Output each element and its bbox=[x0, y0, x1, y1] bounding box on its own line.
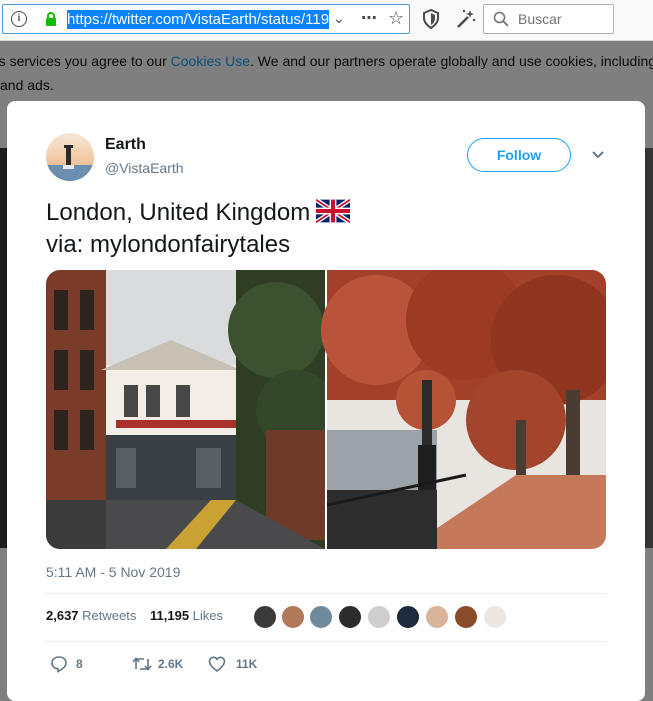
photo-right[interactable] bbox=[321, 270, 606, 549]
follow-button[interactable]: Follow bbox=[467, 138, 571, 172]
avatar[interactable] bbox=[396, 605, 420, 629]
heart-icon bbox=[208, 656, 226, 673]
avatar[interactable] bbox=[281, 605, 305, 629]
retweets-count[interactable]: 2,637 bbox=[46, 608, 79, 623]
tweet-text-line2: via: mylondonfairytales bbox=[46, 231, 291, 258]
author-name[interactable]: Earth bbox=[105, 136, 146, 154]
shield-icon[interactable] bbox=[422, 9, 440, 29]
divider bbox=[46, 641, 606, 642]
retweet-count: 2.6K bbox=[158, 657, 184, 671]
retweet-icon bbox=[132, 657, 152, 671]
tweet-text-line1: London, United Kingdom bbox=[46, 199, 311, 226]
tweet-stats: 2,637 Retweets 11,195 Likes bbox=[46, 608, 223, 623]
search-icon bbox=[493, 11, 509, 27]
avatar[interactable] bbox=[454, 605, 478, 629]
divider bbox=[46, 593, 606, 594]
chevron-down-icon[interactable] bbox=[591, 150, 605, 160]
photo-left[interactable] bbox=[46, 270, 336, 549]
avatar[interactable] bbox=[367, 605, 391, 629]
avatar[interactable] bbox=[253, 605, 277, 629]
browser-toolbar: i https://twitter.com/VistaEarth/status/… bbox=[0, 0, 653, 41]
avatar[interactable] bbox=[46, 133, 94, 181]
url-bar[interactable]: i https://twitter.com/VistaEarth/status/… bbox=[2, 4, 410, 34]
avatar[interactable] bbox=[309, 605, 333, 629]
reply-icon bbox=[51, 656, 67, 673]
reply-count: 8 bbox=[76, 657, 83, 671]
more-icon[interactable]: ⋯ bbox=[361, 8, 378, 28]
like-action[interactable]: 11K bbox=[208, 655, 257, 676]
retweet-action[interactable]: 2.6K bbox=[132, 655, 183, 676]
like-count: 11K bbox=[236, 657, 258, 671]
tweet-text: London, United Kingdom via: mylondonfair… bbox=[46, 197, 606, 261]
chevron-down-icon[interactable]: ⌄ bbox=[333, 10, 345, 27]
uk-flag-icon bbox=[316, 199, 351, 223]
tweet-media[interactable] bbox=[46, 270, 606, 549]
search-placeholder: Buscar bbox=[518, 11, 562, 27]
star-icon[interactable]: ☆ bbox=[388, 8, 404, 29]
reply-action[interactable]: 8 bbox=[50, 655, 83, 676]
info-icon[interactable]: i bbox=[11, 11, 27, 27]
tweet-photos bbox=[46, 270, 606, 549]
magic-wand-icon[interactable] bbox=[455, 8, 477, 30]
search-box[interactable]: Buscar bbox=[483, 4, 614, 34]
avatar[interactable] bbox=[483, 605, 507, 629]
avatar[interactable] bbox=[338, 605, 362, 629]
likes-count[interactable]: 11,195 bbox=[150, 608, 189, 623]
url-text[interactable]: https://twitter.com/VistaEarth/status/11… bbox=[67, 10, 329, 29]
author-handle[interactable]: @VistaEarth bbox=[105, 160, 184, 176]
retweets-label[interactable]: Retweets bbox=[82, 608, 136, 623]
lock-icon[interactable] bbox=[45, 12, 57, 26]
tweet-timestamp[interactable]: 5:11 AM - 5 Nov 2019 bbox=[46, 564, 180, 580]
avatar[interactable] bbox=[425, 605, 449, 629]
likes-label[interactable]: Likes bbox=[193, 608, 223, 623]
